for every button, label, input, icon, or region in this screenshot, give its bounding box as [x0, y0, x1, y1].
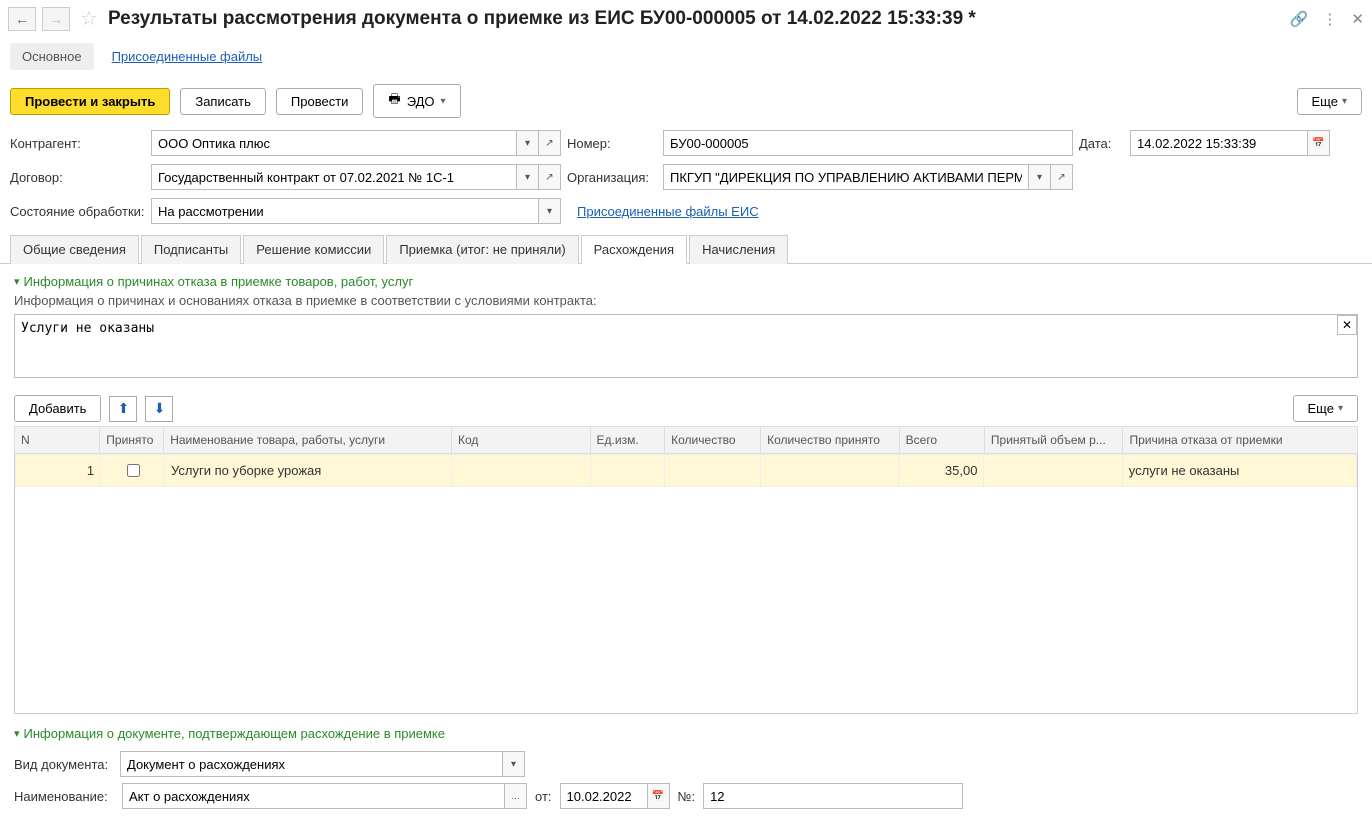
cell-n[interactable]: 1	[16, 455, 101, 487]
eis-files-link[interactable]: Присоединенные файлы ЕИС	[577, 204, 1362, 219]
status-dropdown-button[interactable]: ▾	[539, 198, 561, 224]
col-volume[interactable]: Принятый объем р...	[984, 427, 1123, 454]
from-date-picker-button[interactable]: 📅	[648, 783, 670, 809]
contract-input[interactable]	[151, 164, 517, 190]
favorite-icon[interactable]: ☆	[80, 6, 98, 31]
form-row-status: Состояние обработки: ▾ Присоединенные фа…	[0, 198, 1372, 234]
col-name[interactable]: Наименование товара, работы, услуги	[164, 427, 452, 454]
nav-forward-button[interactable]: →	[42, 7, 70, 31]
move-up-button[interactable]: ⬆	[109, 396, 137, 422]
refusal-subtitle: Информация о причинах и основаниях отказ…	[14, 293, 1358, 308]
table-toolbar: Добавить ⬆ ⬇ Еще	[14, 395, 1358, 422]
col-n[interactable]: N	[15, 427, 100, 454]
col-code[interactable]: Код	[451, 427, 590, 454]
from-date-input[interactable]	[560, 783, 648, 809]
page-title: Результаты рассмотрения документа о прие…	[108, 8, 1284, 30]
accepted-checkbox[interactable]	[127, 464, 140, 477]
section-refusal-info[interactable]: ▾ Информация о причинах отказа в приемке…	[14, 274, 1358, 289]
move-down-button[interactable]: ⬇	[145, 396, 173, 422]
subnav: Основное Присоединенные файлы	[0, 37, 1372, 80]
number-label: Номер:	[567, 136, 657, 151]
nav-back-button[interactable]: ←	[8, 7, 36, 31]
date-input[interactable]	[1130, 130, 1308, 156]
docname-select-button[interactable]: ...	[505, 783, 527, 809]
contract-dropdown-button[interactable]: ▾	[517, 164, 539, 190]
section-document-info[interactable]: ▾ Информация о документе, подтверждающем…	[14, 726, 1358, 741]
add-row-button[interactable]: Добавить	[14, 395, 101, 422]
col-total[interactable]: Всего	[899, 427, 984, 454]
tab-discrepancies[interactable]: Расхождения	[581, 235, 687, 264]
cell-reason[interactable]: услуги не оказаны	[1122, 455, 1356, 487]
status-label: Состояние обработки:	[10, 204, 145, 219]
date-label: Дата:	[1079, 136, 1124, 151]
contract-label: Договор:	[10, 170, 145, 185]
print-icon: 🖶	[388, 90, 400, 112]
table-more-button[interactable]: Еще	[1293, 395, 1358, 422]
col-qty-accepted[interactable]: Количество принято	[761, 427, 900, 454]
form-row-1: Контрагент: ▾ ↗ Номер: Дата: 📅 Договор: …	[0, 130, 1372, 198]
discrepancies-table: N Принято Наименование товара, работы, у…	[14, 426, 1358, 454]
tab-acceptance[interactable]: Приемка (итог: не приняли)	[386, 235, 578, 264]
doctype-dropdown-button[interactable]: ▾	[503, 751, 525, 777]
status-input[interactable]	[151, 198, 539, 224]
date-picker-button[interactable]: 📅	[1308, 130, 1330, 156]
toolbar: Провести и закрыть Записать Провести 🖶 Э…	[0, 80, 1372, 130]
docname-label: Наименование:	[14, 789, 114, 804]
docname-input[interactable]	[122, 783, 505, 809]
doctype-label: Вид документа:	[14, 757, 114, 772]
cell-qty-accepted[interactable]	[760, 455, 898, 487]
save-button[interactable]: Записать	[180, 88, 266, 115]
cell-accepted[interactable]	[101, 455, 165, 487]
tabs: Общие сведения Подписанты Решение комисс…	[0, 234, 1372, 264]
contractor-label: Контрагент:	[10, 136, 145, 151]
col-reason[interactable]: Причина отказа от приемки	[1123, 427, 1358, 454]
no-input[interactable]	[703, 783, 963, 809]
tab-signers[interactable]: Подписанты	[141, 235, 241, 264]
table-row[interactable]: 1 Услуги по уборке урожая 35,00 услуги н…	[16, 455, 1357, 487]
more-button[interactable]: Еще	[1297, 88, 1362, 115]
cell-total[interactable]: 35,00	[899, 455, 984, 487]
doctype-input[interactable]	[120, 751, 503, 777]
no-label: №:	[678, 789, 696, 804]
kebab-menu-icon[interactable]: ⋮	[1322, 10, 1337, 28]
subnav-attached-files[interactable]: Присоединенные файлы	[112, 43, 263, 70]
close-icon[interactable]: ✕	[1351, 10, 1364, 28]
contractor-dropdown-button[interactable]: ▾	[517, 130, 539, 156]
org-dropdown-button[interactable]: ▾	[1029, 164, 1051, 190]
chevron-down-icon: ▾	[14, 275, 20, 288]
from-label: от:	[535, 789, 552, 804]
cell-volume[interactable]	[984, 455, 1122, 487]
post-button[interactable]: Провести	[276, 88, 364, 115]
tab-content: ▾ Информация о причинах отказа в приемке…	[0, 264, 1372, 815]
subnav-main[interactable]: Основное	[10, 43, 94, 70]
edo-dropdown-button[interactable]: 🖶 ЭДО	[373, 84, 460, 118]
number-input[interactable]	[663, 130, 1073, 156]
tab-general[interactable]: Общие сведения	[10, 235, 139, 264]
textarea-clear-button[interactable]: ✕	[1337, 315, 1357, 335]
cell-unit[interactable]	[590, 455, 665, 487]
chevron-down-icon: ▾	[14, 727, 20, 740]
contractor-input[interactable]	[151, 130, 517, 156]
contract-open-button[interactable]: ↗	[539, 164, 561, 190]
tab-accruals[interactable]: Начисления	[689, 235, 788, 264]
post-and-close-button[interactable]: Провести и закрыть	[10, 88, 170, 115]
cell-qty[interactable]	[665, 455, 761, 487]
org-label: Организация:	[567, 170, 657, 185]
tab-commission[interactable]: Решение комиссии	[243, 235, 384, 264]
org-open-button[interactable]: ↗	[1051, 164, 1073, 190]
col-qty[interactable]: Количество	[665, 427, 761, 454]
refusal-reason-textarea[interactable]	[14, 314, 1358, 378]
table-body-scroll[interactable]: 1 Услуги по уборке урожая 35,00 услуги н…	[14, 454, 1358, 714]
window-header: ← → ☆ Результаты рассмотрения документа …	[0, 0, 1372, 37]
col-unit[interactable]: Ед.изм.	[590, 427, 665, 454]
org-input[interactable]	[663, 164, 1029, 190]
contractor-open-button[interactable]: ↗	[539, 130, 561, 156]
link-icon[interactable]: 🔗	[1290, 10, 1309, 28]
cell-name[interactable]: Услуги по уборке урожая	[164, 455, 451, 487]
col-accepted[interactable]: Принято	[100, 427, 164, 454]
cell-code[interactable]	[452, 455, 590, 487]
